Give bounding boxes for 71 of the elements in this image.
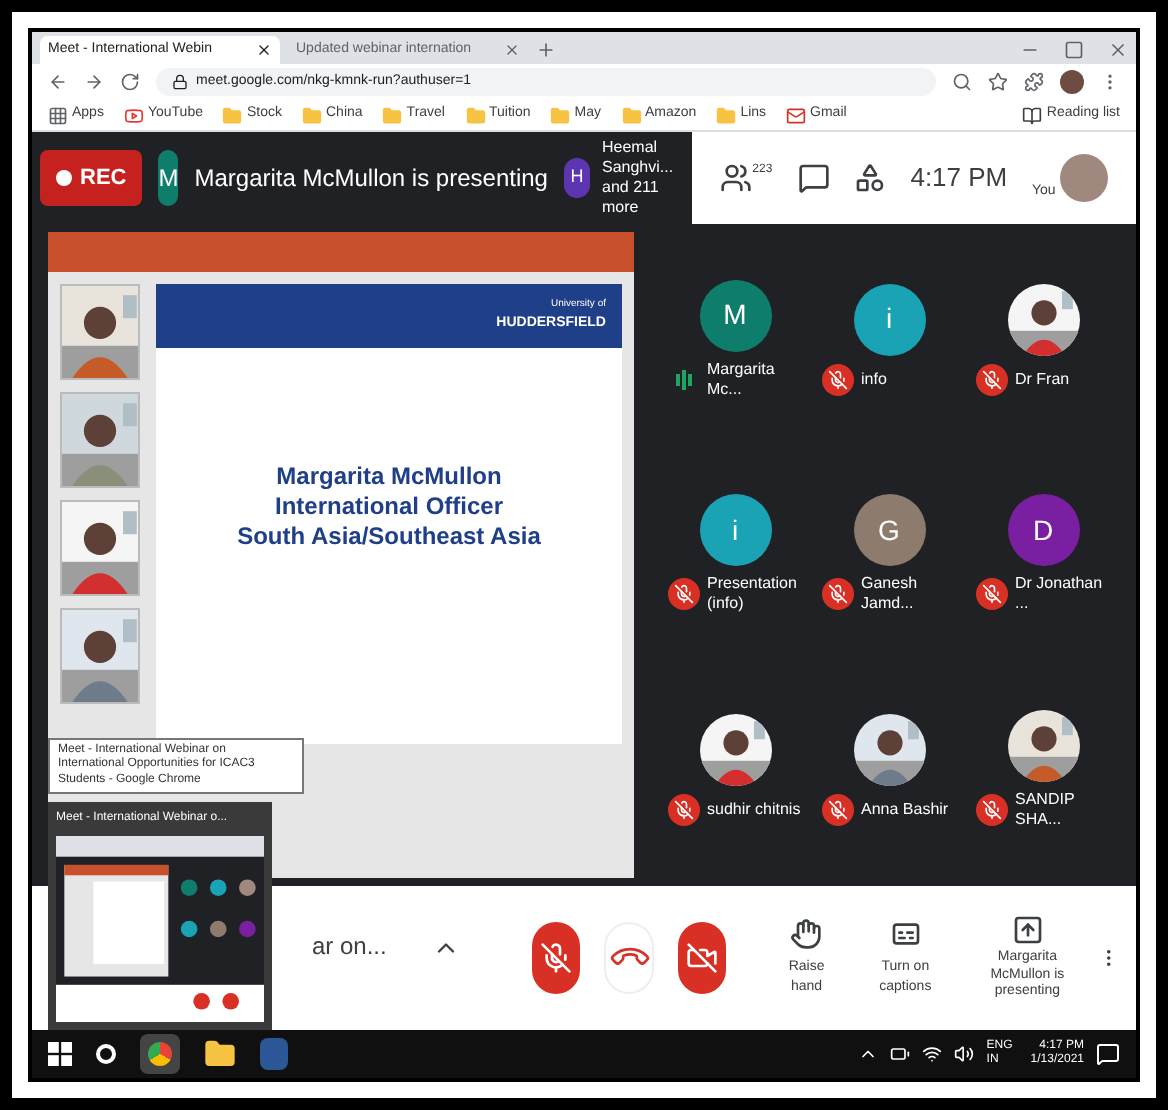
browser-taskbar-icon[interactable] (140, 1034, 180, 1074)
participant-name: info (861, 369, 887, 390)
participant-name: Dr Fran (1015, 369, 1070, 390)
new-tab-icon[interactable] (536, 40, 556, 60)
hand-icon (790, 917, 823, 949)
participant-avatar: i (699, 494, 771, 567)
slide-thumbnail[interactable] (60, 284, 140, 380)
camera-button[interactable] (678, 922, 727, 994)
participant-name: Anna Bashir (861, 800, 949, 821)
slide-thumbnail[interactable] (60, 500, 140, 596)
participant-avatar: H (563, 158, 590, 198)
participant-count: and 211 more (602, 178, 661, 218)
folder-icon (550, 105, 571, 125)
present-icon (1011, 913, 1044, 946)
star-icon[interactable] (988, 72, 1008, 92)
profile-avatar[interactable] (1060, 70, 1084, 94)
mail-icon (786, 105, 807, 125)
folder-icon (382, 105, 403, 125)
folder-icon[interactable] (204, 1038, 236, 1070)
windows-icon[interactable] (48, 1042, 72, 1066)
participant-name: Presentation (info) (707, 574, 799, 615)
hang-up-button[interactable] (604, 922, 655, 994)
participant-name: Dr Jonathan ... (1015, 574, 1105, 615)
folder-icon (621, 105, 641, 125)
reload-icon[interactable] (120, 72, 140, 92)
folder-icon (465, 105, 485, 125)
captions-icon (889, 917, 922, 949)
folder-icon (716, 105, 737, 125)
folder-icon (222, 105, 243, 125)
book-icon (1022, 105, 1043, 125)
microphone-button[interactable] (532, 922, 581, 994)
participant-name: SANDIP SHA... (1015, 790, 1077, 831)
participant-name: sudhir chitnis (707, 800, 801, 821)
play-icon (123, 105, 144, 125)
back-icon[interactable] (48, 72, 68, 92)
participant-name: Heemal Sanghvi... (602, 138, 676, 178)
document-app-icon[interactable] (260, 1038, 288, 1070)
battery-icon[interactable] (890, 1044, 911, 1064)
presenting-text: Margarita McMullon is presenting (194, 162, 548, 196)
slide-title: International Officer (274, 491, 504, 521)
maximize-icon[interactable] (1064, 40, 1084, 60)
chat-icon[interactable] (797, 162, 830, 194)
close-icon[interactable] (256, 42, 272, 58)
recording-badge: REC (40, 150, 143, 206)
camera-off-icon (686, 942, 719, 974)
notifications-icon[interactable] (1096, 1042, 1120, 1066)
lock-icon (172, 74, 188, 90)
forward-icon[interactable] (84, 72, 104, 92)
slide-thumbnail[interactable] (60, 608, 140, 704)
apps-icon (48, 105, 68, 125)
participant-avatar: i (853, 283, 925, 356)
participant-avatar: G (853, 494, 925, 567)
search-icon[interactable] (952, 72, 972, 92)
slide-title: South Asia/Southeast Asia (237, 521, 541, 551)
participant-name: Ganesh Jamd... (861, 574, 920, 615)
participant-avatar: M (699, 279, 771, 352)
participant-name: Margarita Mc... (707, 359, 777, 400)
presenter-label: ar on... (312, 930, 387, 964)
people-icon (720, 162, 753, 194)
microphone-off-icon (540, 942, 573, 974)
volume-icon[interactable] (954, 1044, 975, 1064)
extensions-icon[interactable] (1024, 72, 1044, 92)
clock: 4:17 PM (910, 160, 1008, 197)
slide-thumbnail[interactable] (60, 392, 140, 488)
presenter-avatar: M (158, 150, 179, 206)
folder-icon (302, 105, 322, 125)
slide-title: Margarita McMullon (276, 461, 502, 491)
participant-avatar: D (1007, 494, 1079, 567)
activities-icon[interactable] (853, 162, 886, 194)
self-avatar[interactable] (1059, 154, 1108, 202)
wifi-icon[interactable] (922, 1044, 943, 1064)
